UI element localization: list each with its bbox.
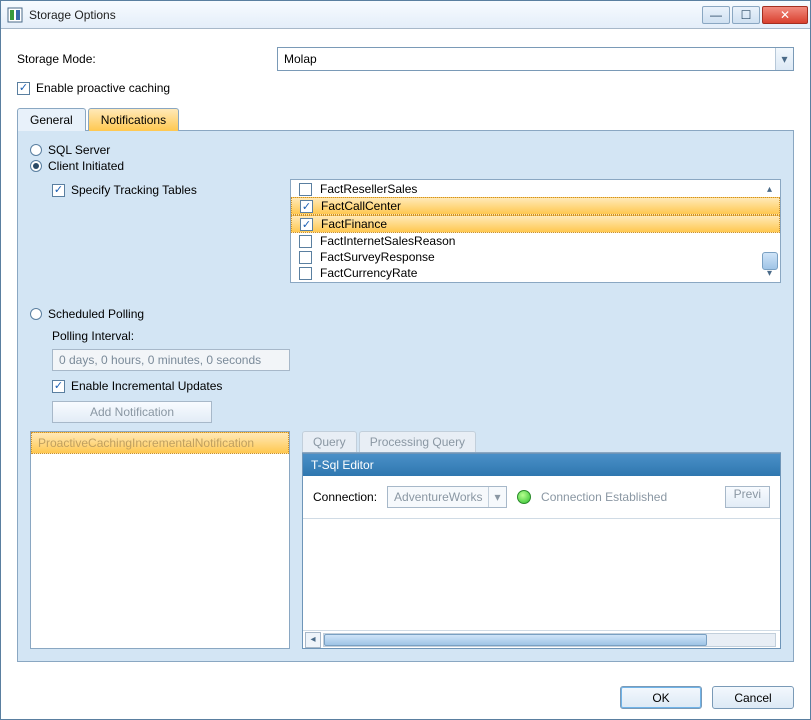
- table-row[interactable]: FactCallCenter: [291, 197, 780, 215]
- minimize-button[interactable]: —: [702, 6, 730, 24]
- storage-mode-label: Storage Mode:: [17, 52, 277, 66]
- subtab-query[interactable]: Query: [302, 431, 357, 452]
- table-row[interactable]: FactFinance: [291, 215, 780, 233]
- radio-icon: [30, 160, 42, 172]
- scroll-down-icon[interactable]: ▾: [761, 266, 778, 280]
- table-name: FactSurveyResponse: [320, 250, 435, 264]
- subtab-processing-query[interactable]: Processing Query: [359, 431, 476, 452]
- storage-mode-select[interactable]: Molap ▾: [277, 47, 794, 71]
- radio-icon: [30, 308, 42, 320]
- app-icon: [7, 7, 23, 23]
- enable-proactive-caching-checkbox[interactable]: Enable proactive caching: [17, 81, 794, 95]
- checkbox-icon[interactable]: [299, 183, 312, 196]
- checkbox-icon[interactable]: [300, 218, 313, 231]
- notification-list[interactable]: ProactiveCachingIncrementalNotification: [30, 431, 290, 649]
- table-row[interactable]: FactInternetSalesReason: [291, 233, 780, 249]
- tab-notifications[interactable]: Notifications: [88, 108, 179, 131]
- enable-incremental-updates-checkbox[interactable]: Enable Incremental Updates: [52, 379, 222, 393]
- scroll-left-icon[interactable]: ◂: [305, 632, 321, 648]
- radio-icon: [30, 144, 42, 156]
- table-row[interactable]: FactCurrencyRate: [291, 265, 780, 281]
- checkbox-icon: [17, 82, 30, 95]
- sql-textarea[interactable]: [303, 519, 780, 630]
- checkbox-icon: [52, 184, 65, 197]
- storage-mode-value: Molap: [278, 52, 775, 66]
- checkbox-icon: [52, 380, 65, 393]
- table-name: FactResellerSales: [320, 182, 417, 196]
- scroll-up-icon[interactable]: ▴: [761, 182, 778, 196]
- checkbox-icon[interactable]: [299, 235, 312, 248]
- table-row[interactable]: FactResellerSales: [291, 181, 780, 197]
- checkbox-icon[interactable]: [299, 251, 312, 264]
- chevron-down-icon: ▾: [775, 48, 793, 70]
- table-name: FactCurrencyRate: [320, 266, 417, 280]
- ok-button[interactable]: OK: [620, 686, 702, 709]
- table-name: FactCallCenter: [321, 199, 401, 213]
- connection-select[interactable]: AdventureWorks ▾: [387, 486, 507, 508]
- scrollbar-thumb[interactable]: [324, 634, 707, 646]
- status-led-icon: [517, 490, 531, 504]
- maximize-button[interactable]: ☐: [732, 6, 760, 24]
- checkbox-icon[interactable]: [299, 267, 312, 280]
- radio-client-initiated[interactable]: Client Initiated: [30, 159, 781, 173]
- radio-scheduled-polling[interactable]: Scheduled Polling: [30, 307, 144, 321]
- cancel-button[interactable]: Cancel: [712, 686, 794, 709]
- preview-button[interactable]: Previ: [725, 486, 770, 508]
- connection-status: Connection Established: [541, 490, 667, 504]
- table-name: FactInternetSalesReason: [320, 234, 455, 248]
- editor-title: T-Sql Editor: [303, 454, 780, 476]
- table-row[interactable]: FactSurveyResponse: [291, 249, 780, 265]
- enable-proactive-label: Enable proactive caching: [36, 81, 170, 95]
- close-button[interactable]: ✕: [762, 6, 808, 24]
- tracking-tables-list[interactable]: FactResellerSales FactCallCenter FactFinan…: [290, 179, 781, 283]
- table-name: FactFinance: [321, 217, 387, 231]
- tsql-editor: T-Sql Editor Connection: AdventureWorks …: [302, 453, 781, 649]
- polling-interval-label: Polling Interval:: [52, 329, 781, 343]
- radio-sql-server[interactable]: SQL Server: [30, 143, 781, 157]
- scrollbar-track[interactable]: [323, 633, 776, 647]
- list-item[interactable]: ProactiveCachingIncrementalNotification: [31, 432, 289, 454]
- polling-interval-input[interactable]: 0 days, 0 hours, 0 minutes, 0 seconds: [52, 349, 290, 371]
- add-notification-button[interactable]: Add Notification: [52, 401, 212, 423]
- storage-options-window: Storage Options — ☐ ✕ Storage Mode: Mola…: [0, 0, 811, 720]
- notifications-panel: SQL Server Client Initiated Specify Trac…: [17, 131, 794, 662]
- tab-general[interactable]: General: [17, 108, 86, 131]
- titlebar[interactable]: Storage Options — ☐ ✕: [1, 1, 810, 29]
- window-title: Storage Options: [29, 8, 702, 22]
- chevron-down-icon: ▾: [488, 487, 506, 507]
- connection-label: Connection:: [313, 490, 377, 504]
- checkbox-icon[interactable]: [300, 200, 313, 213]
- specify-tracking-tables-checkbox[interactable]: Specify Tracking Tables: [52, 183, 197, 197]
